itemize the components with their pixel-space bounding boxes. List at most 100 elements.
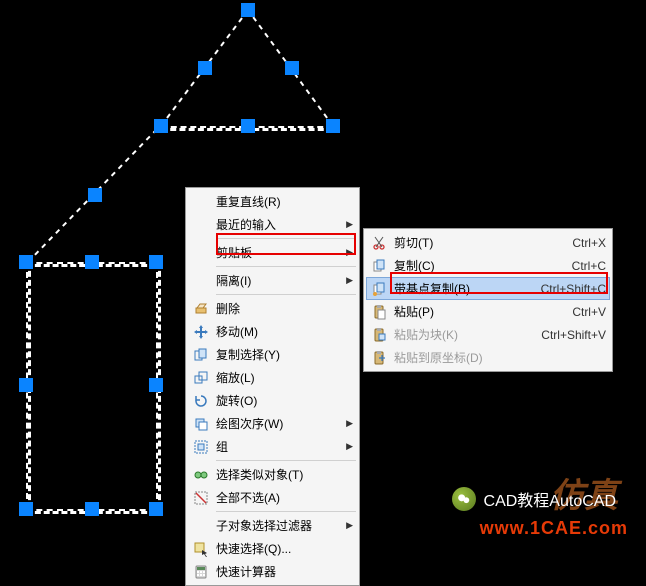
menu-item[interactable]: 组▶ bbox=[188, 435, 357, 458]
menu-separator bbox=[216, 266, 356, 267]
submenu-arrow-icon: ▶ bbox=[346, 418, 353, 429]
selectsimilar-icon bbox=[190, 467, 212, 483]
menu-item-label: 最近的输入 bbox=[216, 216, 336, 233]
grip-handle[interactable] bbox=[285, 61, 299, 75]
grip-handle[interactable] bbox=[154, 119, 168, 133]
menu-item-label: 带基点复制(B) bbox=[394, 280, 521, 297]
menu-shortcut: Ctrl+Shift+V bbox=[541, 328, 606, 342]
no-icon bbox=[190, 194, 212, 210]
menu-item-label: 粘贴(P) bbox=[394, 303, 552, 320]
menu-item-label: 重复直线(R) bbox=[216, 193, 353, 210]
menu-shortcut: Ctrl+X bbox=[572, 236, 606, 250]
menu-item[interactable]: 最近的输入 ▶ bbox=[188, 213, 357, 236]
submenu-item: 粘贴到原坐标(D) bbox=[366, 346, 610, 369]
submenu-arrow-icon: ▶ bbox=[346, 247, 353, 258]
wechat-watermark: CAD教程AutoCAD bbox=[452, 487, 616, 511]
menu-item-label: 复制选择(Y) bbox=[216, 346, 353, 363]
submenu-item: 粘贴为块(K) Ctrl+Shift+V bbox=[366, 323, 610, 346]
menu-item-label: 快速选择(Q)... bbox=[216, 540, 353, 557]
calc-icon bbox=[190, 564, 212, 580]
grip-handle[interactable] bbox=[149, 255, 163, 269]
menu-item-label: 粘贴为块(K) bbox=[394, 326, 521, 343]
submenu-item[interactable]: 带基点复制(B) Ctrl+Shift+C bbox=[366, 277, 610, 300]
menu-item-label: 快速计算器 bbox=[216, 563, 353, 580]
menu-item[interactable]: 重复直线(R) bbox=[188, 190, 357, 213]
grip-handle[interactable] bbox=[19, 255, 33, 269]
quickselect-icon bbox=[190, 541, 212, 557]
menu-item-label: 选择类似对象(T) bbox=[216, 466, 353, 483]
paste-block-icon bbox=[368, 327, 390, 343]
copy-clip-icon bbox=[368, 258, 390, 274]
menu-shortcut: Ctrl+C bbox=[572, 259, 606, 273]
site-watermark: www.1CAE.com bbox=[480, 518, 628, 539]
menu-item[interactable]: 子对象选择过滤器 ▶ bbox=[188, 514, 357, 537]
wechat-text: CAD教程AutoCAD bbox=[484, 487, 616, 511]
cut-icon bbox=[368, 235, 390, 251]
submenu-arrow-icon: ▶ bbox=[346, 219, 353, 230]
no-icon bbox=[190, 245, 212, 261]
grip-handle[interactable] bbox=[149, 378, 163, 392]
menu-shortcut: Ctrl+Shift+C bbox=[541, 282, 606, 296]
menu-item[interactable]: 复制选择(Y) bbox=[188, 343, 357, 366]
submenu-item[interactable]: 粘贴(P) Ctrl+V bbox=[366, 300, 610, 323]
menu-item[interactable]: 快速计算器 bbox=[188, 560, 357, 583]
menu-item[interactable]: 移动(M) bbox=[188, 320, 357, 343]
paste-orig-icon bbox=[368, 350, 390, 366]
menu-item-label: 绘图次序(W) bbox=[216, 415, 336, 432]
rotate-icon bbox=[190, 393, 212, 409]
menu-item[interactable]: 剪贴板 ▶ bbox=[188, 241, 357, 264]
grip-handle[interactable] bbox=[198, 61, 212, 75]
grip-handle[interactable] bbox=[19, 502, 33, 516]
menu-separator bbox=[216, 460, 356, 461]
context-menu[interactable]: 重复直线(R) 最近的输入 ▶ 剪贴板 ▶ 隔离(I) ▶ 删除移动(M) 复制选择(Y) 缩放(… bbox=[185, 187, 360, 586]
paste-icon bbox=[368, 304, 390, 320]
menu-item[interactable]: 选择类似对象(T) bbox=[188, 463, 357, 486]
menu-item-label: 子对象选择过滤器 bbox=[216, 517, 336, 534]
menu-item[interactable]: 绘图次序(W) ▶ bbox=[188, 412, 357, 435]
menu-item-label: 隔离(I) bbox=[216, 272, 336, 289]
scale-icon bbox=[190, 370, 212, 386]
menu-item[interactable]: 隔离(I) ▶ bbox=[188, 269, 357, 292]
menu-item-label: 旋转(O) bbox=[216, 392, 353, 409]
submenu-item[interactable]: 复制(C) Ctrl+C bbox=[366, 254, 610, 277]
submenu-arrow-icon: ▶ bbox=[346, 520, 353, 531]
group-icon bbox=[190, 439, 212, 455]
grip-handle[interactable] bbox=[88, 188, 102, 202]
submenu-item[interactable]: 剪切(T) Ctrl+X bbox=[366, 231, 610, 254]
menu-item-label: 组 bbox=[216, 438, 336, 455]
menu-item[interactable]: 旋转(O) bbox=[188, 389, 357, 412]
menu-item-label: 复制(C) bbox=[394, 257, 552, 274]
clipboard-submenu[interactable]: 剪切(T) Ctrl+X 复制(C) Ctrl+C 带基点复制(B) Ctrl+Shift… bbox=[363, 228, 613, 372]
grip-handle[interactable] bbox=[241, 119, 255, 133]
grip-handle[interactable] bbox=[19, 378, 33, 392]
menu-item-label: 剪贴板 bbox=[216, 244, 336, 261]
menu-separator bbox=[216, 238, 356, 239]
menu-separator bbox=[216, 294, 356, 295]
menu-item-label: 删除 bbox=[216, 300, 353, 317]
submenu-arrow-icon: ▶ bbox=[346, 441, 353, 452]
copy-base-icon bbox=[368, 281, 390, 297]
menu-separator bbox=[216, 511, 356, 512]
menu-item-label: 全部不选(A) bbox=[216, 489, 353, 506]
copy-icon bbox=[190, 347, 212, 363]
no-icon bbox=[190, 273, 212, 289]
draworder-icon bbox=[190, 416, 212, 432]
grip-handle[interactable] bbox=[85, 255, 99, 269]
no-icon bbox=[190, 518, 212, 534]
grip-handle[interactable] bbox=[149, 502, 163, 516]
grip-handle[interactable] bbox=[241, 3, 255, 17]
menu-item-label: 粘贴到原坐标(D) bbox=[394, 349, 606, 366]
menu-item-label: 剪切(T) bbox=[394, 234, 552, 251]
submenu-arrow-icon: ▶ bbox=[346, 275, 353, 286]
erase-icon bbox=[190, 301, 212, 317]
menu-item[interactable]: 快速选择(Q)... bbox=[188, 537, 357, 560]
menu-shortcut: Ctrl+V bbox=[572, 305, 606, 319]
menu-item[interactable]: 删除 bbox=[188, 297, 357, 320]
menu-item-label: 缩放(L) bbox=[216, 369, 353, 386]
menu-item[interactable]: 缩放(L) bbox=[188, 366, 357, 389]
no-icon bbox=[190, 217, 212, 233]
grip-handle[interactable] bbox=[326, 119, 340, 133]
move-icon bbox=[190, 324, 212, 340]
grip-handle[interactable] bbox=[85, 502, 99, 516]
menu-item[interactable]: 全部不选(A) bbox=[188, 486, 357, 509]
